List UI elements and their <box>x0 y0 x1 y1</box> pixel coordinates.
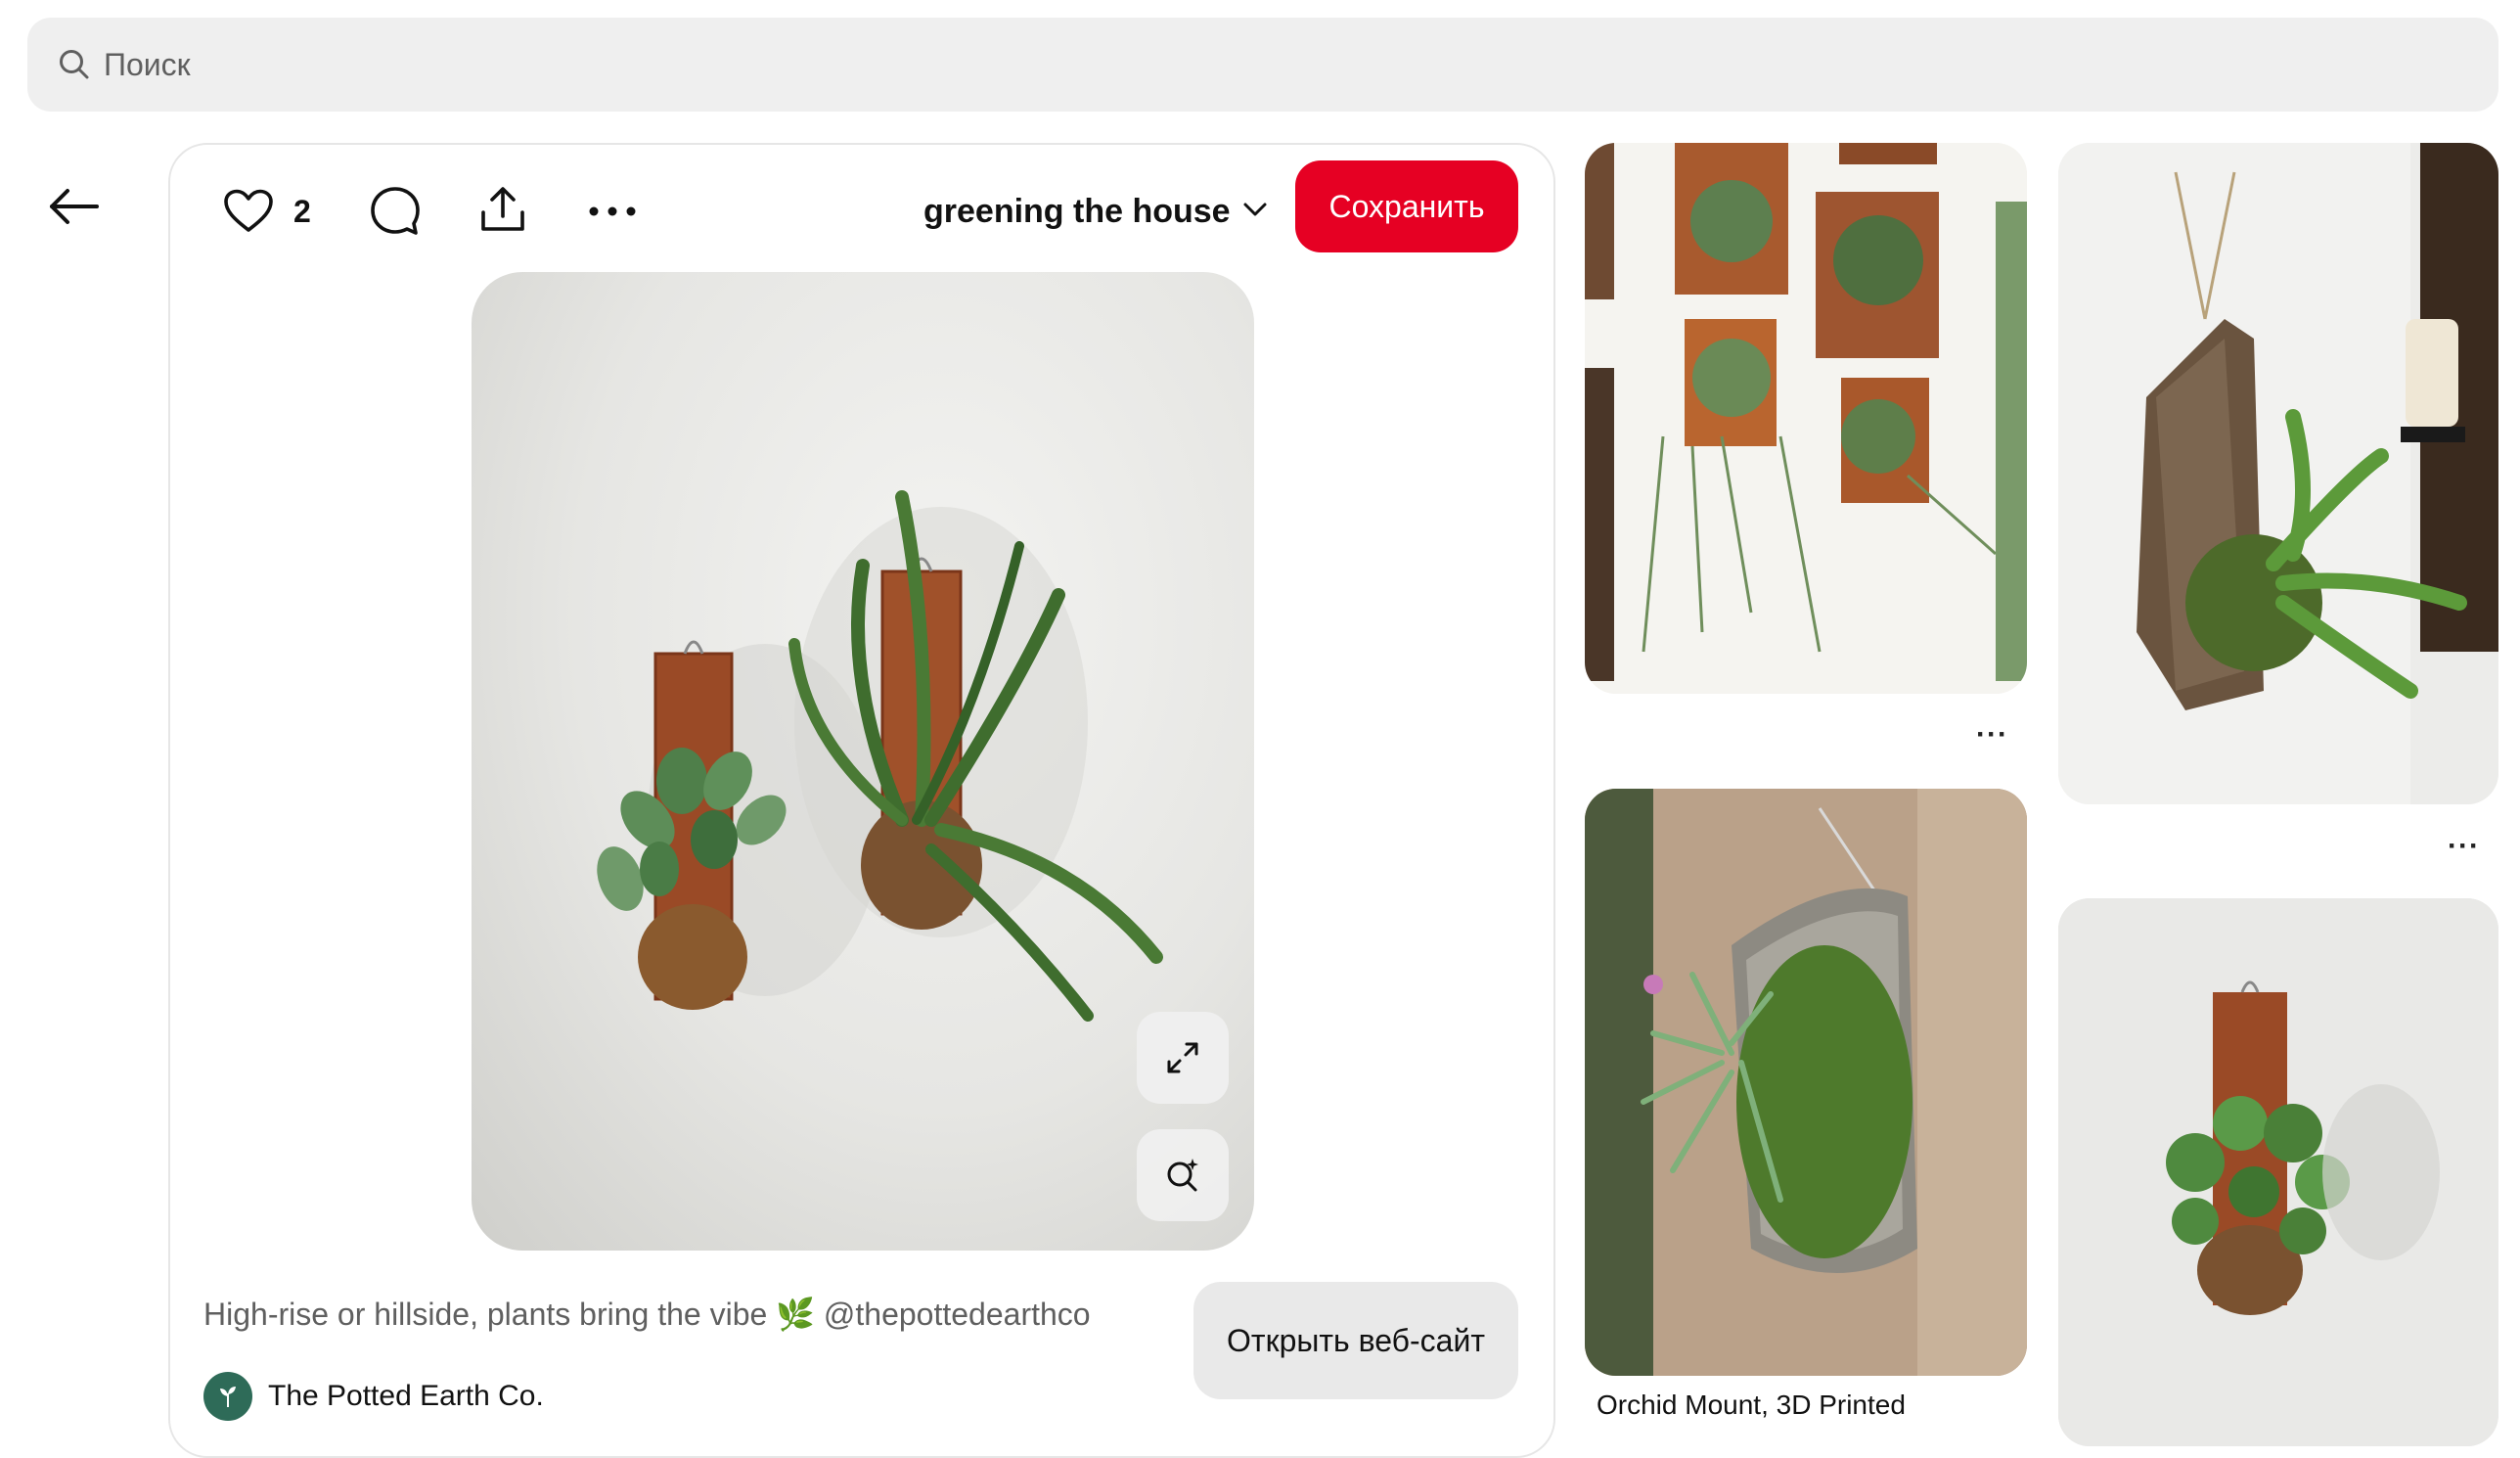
search-bar[interactable]: Поиск <box>27 18 2498 112</box>
open-website-button[interactable]: Открыть веб-сайт <box>1193 1282 1518 1399</box>
back-button[interactable] <box>45 182 104 231</box>
avatar <box>203 1372 252 1421</box>
back-arrow-icon <box>50 189 99 224</box>
plant-mounts-illustration <box>597 490 1163 1022</box>
related-pin[interactable] <box>1585 789 2027 1376</box>
pin-more-button[interactable]: ··· <box>2448 830 2480 863</box>
visual-search-icon <box>1167 1159 1198 1192</box>
search-input[interactable]: Поиск <box>104 47 191 83</box>
share-icon <box>481 187 524 231</box>
chevron-down-icon <box>1242 202 1268 222</box>
expand-icon <box>1167 1042 1198 1073</box>
related-pin[interactable] <box>1585 143 2027 694</box>
comment-icon <box>371 187 420 235</box>
pin-title: Orchid Mount, 3D Printed <box>1597 1390 1906 1420</box>
pin-description: High-rise or hillside, plants bring the … <box>203 1297 1091 1332</box>
sprout-icon <box>220 1387 236 1407</box>
driftwood-mount-thumbnail <box>2058 143 2498 804</box>
pin-toolbar: 2 greening the house Сохранить <box>170 145 1553 272</box>
heart-icon <box>224 189 273 232</box>
board-name: greening the house <box>923 192 1231 230</box>
visual-search-button[interactable] <box>1137 1129 1229 1221</box>
pin-more-button[interactable]: ··· <box>1976 718 2008 752</box>
related-pin[interactable] <box>2058 143 2498 804</box>
pilea-mount-thumbnail <box>2058 898 2498 1446</box>
author-row[interactable]: The Potted Earth Co. <box>203 1372 544 1421</box>
orchid-mount-thumbnail <box>1585 789 2027 1376</box>
like-count: 2 <box>293 193 311 229</box>
comment-button[interactable] <box>366 182 425 241</box>
plant-wall-thumbnail <box>1585 143 2027 694</box>
pin-image[interactable] <box>472 272 1254 1251</box>
pin-card: 2 greening the house Сохранить High-rise… <box>168 143 1555 1458</box>
board-selector[interactable]: greening the house <box>923 184 1268 239</box>
save-button[interactable]: Сохранить <box>1295 160 1518 252</box>
like-button[interactable]: 2 <box>223 184 311 239</box>
more-icon <box>589 206 636 216</box>
share-button[interactable] <box>473 180 532 239</box>
related-pin[interactable] <box>2058 898 2498 1446</box>
expand-button[interactable] <box>1137 1012 1229 1104</box>
more-options-button[interactable] <box>583 184 642 239</box>
author-name: The Potted Earth Co. <box>268 1380 544 1412</box>
search-icon <box>57 47 92 82</box>
